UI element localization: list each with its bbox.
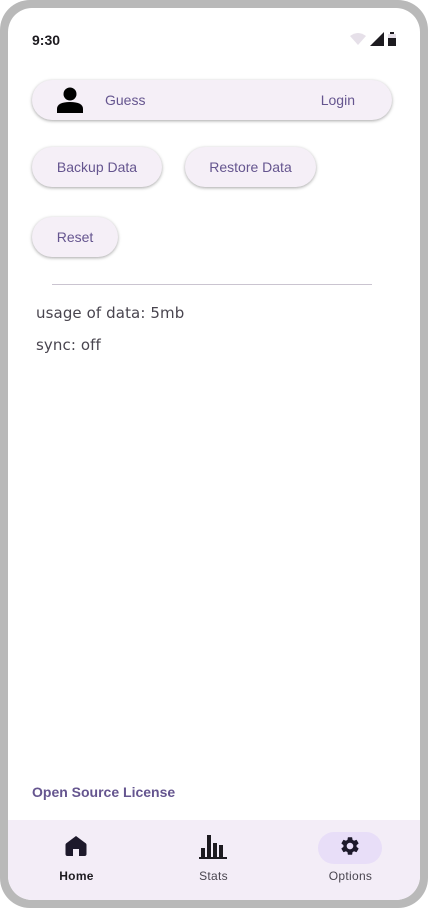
nav-options-label: Options bbox=[328, 869, 373, 883]
person-icon bbox=[56, 87, 84, 113]
battery-icon bbox=[388, 31, 396, 51]
sync-status-text: sync: off bbox=[36, 336, 101, 354]
login-button[interactable]: Login bbox=[321, 92, 355, 108]
backup-data-button[interactable]: Backup Data bbox=[32, 147, 162, 187]
bottom-navigation: Home Stats Options bbox=[8, 820, 420, 900]
app-screen: 9:30 Guess Login Backup Data Restore Dat… bbox=[8, 8, 420, 900]
nav-home-label: Home bbox=[59, 869, 94, 883]
nav-stats-label: Stats bbox=[199, 869, 228, 883]
nav-options[interactable]: Options bbox=[282, 820, 419, 900]
gear-icon bbox=[339, 835, 361, 862]
nav-stats[interactable]: Stats bbox=[145, 820, 282, 900]
nav-home[interactable]: Home bbox=[8, 820, 145, 900]
open-source-license-link[interactable]: Open Source License bbox=[32, 784, 175, 800]
nav-stats-indicator bbox=[181, 832, 245, 864]
signal-icon bbox=[370, 31, 384, 51]
user-name: Guess bbox=[105, 92, 146, 108]
device-frame: 9:30 Guess Login Backup Data Restore Dat… bbox=[0, 0, 428, 908]
status-icons bbox=[350, 31, 396, 51]
nav-options-indicator bbox=[318, 832, 382, 864]
restore-data-button[interactable]: Restore Data bbox=[185, 147, 316, 187]
nav-home-indicator bbox=[44, 832, 108, 864]
data-usage-text: usage of data: 5mb bbox=[36, 304, 185, 322]
status-time: 9:30 bbox=[32, 32, 61, 48]
home-icon bbox=[65, 835, 87, 862]
bar-chart-icon bbox=[199, 833, 227, 864]
reset-button[interactable]: Reset bbox=[32, 217, 118, 257]
wifi-icon bbox=[350, 32, 366, 50]
user-bar: Guess Login bbox=[32, 80, 392, 120]
divider bbox=[52, 284, 372, 285]
